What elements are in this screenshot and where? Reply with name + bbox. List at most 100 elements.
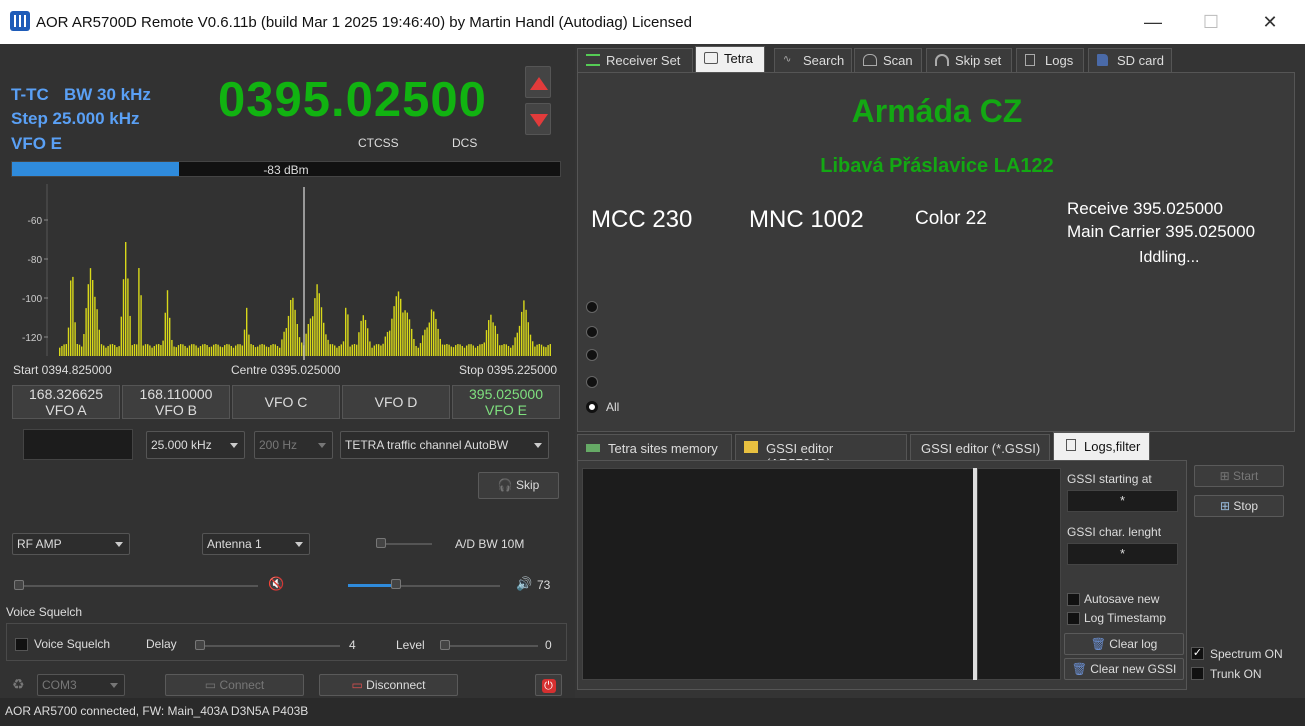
tab-gssi-editor-file[interactable]: GSSI editor (*.GSSI): [910, 434, 1050, 460]
spectrum-bar: [353, 344, 356, 356]
close-button[interactable]: ✕: [1247, 8, 1293, 36]
spectrum-bar: [250, 344, 252, 356]
connect-button[interactable]: ▭ Connect: [165, 674, 304, 696]
delay-slider-knob[interactable]: [195, 640, 205, 650]
spectrum-bar: [129, 315, 131, 356]
gssi-list[interactable]: [977, 468, 1061, 680]
tab-tetra-sites-memory[interactable]: Tetra sites memory: [577, 434, 732, 460]
spectrum-bar: [477, 346, 479, 356]
spectrum-bar: [248, 334, 250, 356]
frequency-entry-field[interactable]: [23, 429, 133, 460]
tab-scan[interactable]: Scan: [854, 48, 922, 72]
vfo-d-button[interactable]: VFO D: [342, 385, 450, 419]
spectrum-bar: [461, 345, 463, 356]
ad-bw-toggle-knob[interactable]: [376, 538, 386, 548]
tab-logs-filter[interactable]: Logs,filter: [1053, 432, 1150, 460]
filter-radio-4[interactable]: [586, 376, 598, 388]
log-timestamp-label: Log Timestamp: [1084, 611, 1167, 625]
vfo-a-button[interactable]: 168.326625 VFO A: [12, 385, 120, 419]
volume-slider-knob[interactable]: [391, 579, 401, 589]
tab-gssi-editor-ar5700d[interactable]: GSSI editor (AR5700D): [735, 434, 907, 471]
tab-skip-set[interactable]: Skip set: [926, 48, 1012, 72]
bandwidth-label: BW 30 kHz: [64, 85, 151, 104]
spectrum-bar: [171, 339, 173, 356]
vfo-b-button[interactable]: 168.110000 VFO B: [122, 385, 230, 419]
spectrum-bar: [312, 316, 314, 356]
spectrum-display[interactable]: -60 -80 -100 -120: [11, 184, 563, 362]
log-timestamp-checkbox[interactable]: [1067, 612, 1080, 625]
voice-squelch-checkbox[interactable]: [15, 638, 28, 651]
trunk-on-checkbox[interactable]: [1191, 667, 1204, 680]
spectrum-bar: [257, 346, 259, 356]
spectrum-bar: [426, 327, 428, 356]
maximize-button[interactable]: ☐: [1188, 8, 1234, 36]
clear-new-gssi-button[interactable]: 🗑 Clear new GSSI: [1064, 658, 1184, 680]
delay-slider[interactable]: [198, 645, 340, 647]
spectrum-bar: [470, 344, 472, 356]
spectrum-bar: [545, 347, 547, 356]
filter-radio-1[interactable]: [586, 301, 598, 313]
vfo-a-frequency: 168.326625: [29, 386, 103, 402]
ad-bw-label: A/D BW 10M: [455, 537, 525, 551]
spectrum-on-checkbox[interactable]: ✓: [1191, 647, 1204, 660]
level-slider-knob[interactable]: [440, 640, 450, 650]
com-port-select[interactable]: COM3: [37, 674, 125, 696]
vfo-c-button[interactable]: VFO C: [232, 385, 340, 419]
spectrum-bar: [367, 328, 369, 356]
vfo-e-button[interactable]: 395.025000 VFO E: [452, 385, 560, 419]
spectrum-bar: [213, 344, 215, 356]
step-select[interactable]: 25.000 kHz: [146, 431, 245, 459]
spectrum-bar: [118, 346, 120, 356]
signal-strength-label: -83 dBm: [263, 163, 309, 177]
log-list[interactable]: [582, 468, 974, 680]
spectrum-bar: [347, 314, 349, 356]
tab-search[interactable]: ∿ Search: [774, 48, 852, 72]
tabs-panel: Receiver Set Tetra ∿ Search Scan Skip set…: [575, 44, 1305, 698]
spectrum-bar: [397, 291, 400, 356]
minimize-button[interactable]: —: [1130, 8, 1176, 36]
frequency-display[interactable]: 0395.02500: [218, 72, 487, 128]
tab-receiver-set[interactable]: Receiver Set: [577, 48, 693, 72]
power-button[interactable]: ⏻: [535, 674, 562, 696]
rf-amp-select[interactable]: RF AMP: [12, 533, 130, 555]
antenna-select[interactable]: Antenna 1: [202, 533, 310, 555]
spectrum-bar: [290, 299, 292, 356]
tab-logs[interactable]: Logs: [1016, 48, 1084, 72]
frequency-up-button[interactable]: [525, 66, 551, 98]
skip-button[interactable]: 🎧 Skip: [478, 472, 559, 499]
network-icon: ⊞: [1219, 469, 1230, 483]
spectrum-bar: [246, 307, 248, 356]
spectrum-bar: [395, 296, 397, 356]
gssi-start-input[interactable]: *: [1067, 490, 1178, 512]
disconnect-button[interactable]: ▭ Disconnect: [319, 674, 458, 696]
ad-bw-toggle[interactable]: [380, 543, 432, 545]
frequency-down-button[interactable]: [525, 103, 551, 135]
vfo-a-label: VFO A: [45, 402, 87, 418]
refresh-ports-icon[interactable]: ♻: [12, 676, 25, 693]
mute-speaker-icon[interactable]: 🔇: [268, 576, 284, 592]
mode-select[interactable]: TETRA traffic channel AutoBW: [340, 431, 549, 459]
gssi-length-input[interactable]: *: [1067, 543, 1178, 565]
spectrum-bar: [285, 328, 287, 356]
stop-button[interactable]: ⊞ Stop: [1194, 495, 1284, 517]
squelch-slider-knob[interactable]: [14, 580, 24, 590]
filter-radio-all[interactable]: [586, 401, 598, 413]
vfo-b-label: VFO B: [154, 402, 197, 418]
filter-radio-3[interactable]: [586, 349, 598, 361]
start-button[interactable]: ⊞ Start: [1194, 465, 1284, 487]
level-slider[interactable]: [442, 645, 538, 647]
filter-radio-2[interactable]: [586, 326, 598, 338]
lower-tabs: Tetra sites memory GSSI editor (AR5700D)…: [577, 432, 1187, 690]
document-icon: [1066, 439, 1076, 451]
tab-sd-card[interactable]: SD card: [1088, 48, 1172, 72]
autosave-checkbox[interactable]: [1067, 593, 1080, 606]
squelch-slider[interactable]: [18, 585, 258, 587]
spectrum-bar: [331, 344, 334, 356]
spectrum-bar: [72, 276, 74, 356]
tab-tetra[interactable]: Tetra: [695, 46, 765, 73]
spectrum-bar: [243, 329, 246, 356]
fine-step-select[interactable]: 200 Hz: [254, 431, 333, 459]
mcc-label: MCC 230: [591, 206, 693, 233]
clear-log-button[interactable]: 🗑 Clear log: [1064, 633, 1184, 655]
spectrum-bar: [468, 344, 470, 356]
